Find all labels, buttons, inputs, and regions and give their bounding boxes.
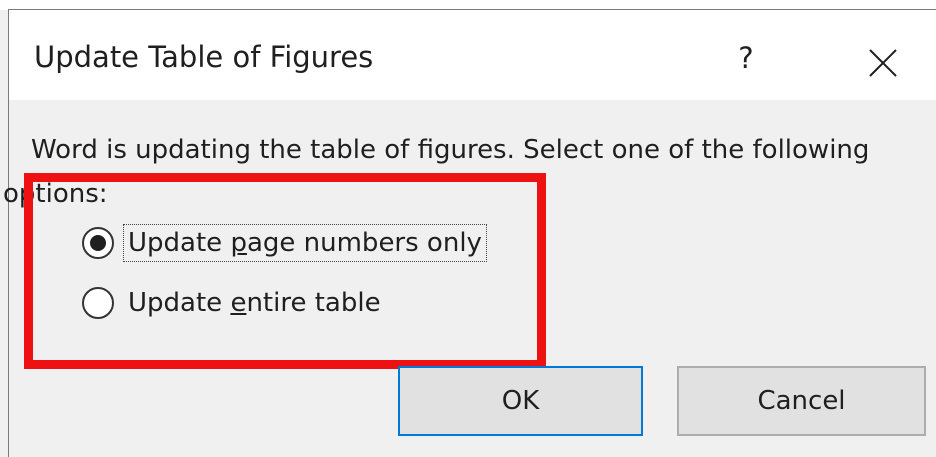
option-update-page-numbers-only[interactable]: Update page numbers only <box>82 223 487 263</box>
option-label-page-numbers-prefix: Update <box>128 228 231 258</box>
option-label-entire-table[interactable]: Update entire table <box>124 285 385 321</box>
accelerator-key-p: p <box>230 228 247 258</box>
radio-selected-dot <box>90 235 106 251</box>
accelerator-key-e: e <box>230 288 247 318</box>
cancel-button[interactable]: Cancel <box>677 366 926 436</box>
ok-button[interactable]: OK <box>398 366 643 436</box>
title-bar: Update Table of Figures ? <box>9 10 936 100</box>
message-line-1: Word is updating the table of figures. S… <box>31 135 870 165</box>
dialog-message: Word is updating the table of figures. S… <box>3 128 870 209</box>
radio-button-selected[interactable] <box>82 227 114 259</box>
option-label-page-numbers-suffix: age numbers only <box>246 228 482 258</box>
option-label-page-numbers[interactable]: Update page numbers only <box>123 224 487 262</box>
message-line-2: options: <box>3 179 108 209</box>
update-table-of-figures-dialog: Update Table of Figures ? Word is updati… <box>0 0 936 457</box>
radio-button-unselected[interactable] <box>82 287 114 319</box>
close-button[interactable] <box>864 44 902 82</box>
option-label-entire-table-prefix: Update <box>128 288 231 318</box>
close-icon <box>869 49 897 77</box>
option-update-entire-table[interactable]: Update entire table <box>82 283 385 323</box>
option-label-entire-table-suffix: ntire table <box>246 288 381 318</box>
dialog-title: Update Table of Figures <box>34 40 374 74</box>
help-button[interactable]: ? <box>724 40 768 84</box>
